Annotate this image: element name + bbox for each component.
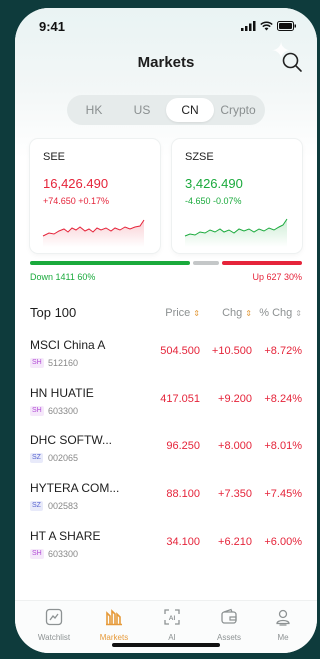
table-row[interactable]: HYTERA COM... SZ 002583 88.100 +7.350 +7… [30,481,302,527]
tab-cn[interactable]: CN [166,98,214,122]
status-time: 9:41 [39,18,66,34]
stock-change: +9.200 [218,393,252,405]
tabbar-label: AI [168,633,176,642]
stock-code: 603300 [48,549,79,559]
sort-icon: ⇕ [295,309,302,318]
tabbar-item-watchlist[interactable]: Watchlist [26,608,82,642]
stock-change: +8.000 [218,440,252,452]
home-indicator [112,643,220,647]
search-icon[interactable] [281,51,303,73]
tab-crypto[interactable]: Crypto [214,98,262,122]
table-row[interactable]: MSCI China A SH 512160 504.500 +10.500 +… [30,338,302,384]
stock-name: DHC SOFTW... [30,433,112,447]
page-title: Markets [137,54,195,71]
chart-icon [45,608,63,626]
status-icons [241,21,297,31]
stock-change: +6.210 [218,536,252,548]
table-row[interactable]: HT A SHARE SH 603300 34.100 +6.210 +6.00… [30,529,302,575]
stock-price: 417.051 [160,393,200,405]
breadth-bar-flat [192,261,220,265]
stock-pct-change: +8.24% [264,393,302,405]
column-price[interactable]: Price ⇕ [165,307,200,319]
breadth-bar-up [222,261,302,265]
tab-hk[interactable]: HK [70,98,118,122]
sort-icon: ⇕ [193,309,200,318]
column-price-label: Price [165,307,191,319]
battery-icon [277,21,296,31]
breadth-up-label: Up 627 30% [252,272,302,282]
market-badge: SH [30,549,44,559]
index-name: SEE [43,151,66,163]
tabbar-item-assets[interactable]: Assets [201,608,257,642]
stock-name: MSCI China A [30,338,106,352]
index-change: -4.650 -0.07% [185,196,242,206]
table-title: Top 100 [30,305,77,320]
breadth-bar-down [30,261,190,265]
profile-icon [276,609,290,626]
wifi-icon [260,21,273,31]
table-header: Top 100 Price ⇕ Chg ⇕ % Chg ⇕ [30,305,302,323]
sparkline-chart [184,218,288,247]
phone-screen: ✦ 9:41 Markets HK US CN Crypto SEE 16,42… [15,8,317,653]
svg-text:AI: AI [169,615,176,622]
index-value: 16,426.490 [43,176,109,191]
market-badge: SZ [30,453,43,463]
tabbar-label: Assets [216,633,241,642]
index-card-see[interactable]: SEE 16,426.490 +74.650 +0.17% [30,139,160,253]
tabbar-label: Me [277,633,289,642]
signal-icon [241,21,256,31]
market-badge: SH [30,358,44,368]
column-pct-chg[interactable]: % Chg ⇕ [259,307,302,319]
stock-change: +7.350 [218,488,252,500]
stock-pct-change: +8.72% [264,345,302,357]
market-badge: SH [30,406,44,416]
stock-name: HN HUATIE [30,386,94,400]
stock-code: 002065 [48,453,79,463]
tabbar-item-ai[interactable]: AI AI [144,608,200,642]
stock-price: 34.100 [166,536,200,548]
tabbar-label: Markets [99,633,129,642]
table-row[interactable]: DHC SOFTW... SZ 002065 96.250 +8.000 +8.… [30,433,302,479]
column-chg[interactable]: Chg ⇕ [222,307,252,319]
index-change: +74.650 +0.17% [43,196,110,206]
tabbar-item-markets[interactable]: Markets [86,608,142,642]
tabbar-label: Watchlist [37,633,71,642]
tabbar-item-me[interactable]: Me [255,608,311,642]
stock-code: 512160 [48,358,79,368]
ai-icon: AI [164,609,180,625]
stock-code: 603300 [48,406,79,416]
column-chg-label: Chg [222,307,243,319]
index-name: SZSE [185,151,214,163]
wallet-icon [221,608,237,624]
stock-price: 88.100 [166,488,200,500]
stock-name: HYTERA COM... [30,481,120,495]
stock-price: 504.500 [160,345,200,357]
column-pct-label: % Chg [259,307,293,319]
market-badge: SZ [30,501,43,511]
index-card-szse[interactable]: SZSE 3,426.490 -4.650 -0.07% [172,139,302,253]
stock-pct-change: +6.00% [264,536,302,548]
markets-icon [106,609,122,626]
status-bar: 9:41 [39,17,297,35]
stock-change: +10.500 [211,345,252,357]
stock-code: 002583 [48,501,79,511]
stock-name: HT A SHARE [30,529,101,543]
sparkline-chart [42,219,145,247]
table-row[interactable]: HN HUATIE SH 603300 417.051 +9.200 +8.24… [30,386,302,432]
market-tabs: HK US CN Crypto [67,95,265,125]
breadth-down-label: Down 1411 60% [30,272,96,282]
stock-price: 96.250 [166,440,200,452]
stock-pct-change: +7.45% [264,488,302,500]
sort-icon: ⇕ [245,309,252,318]
index-value: 3,426.490 [185,176,243,191]
stock-pct-change: +8.01% [264,440,302,452]
tab-us[interactable]: US [118,98,166,122]
